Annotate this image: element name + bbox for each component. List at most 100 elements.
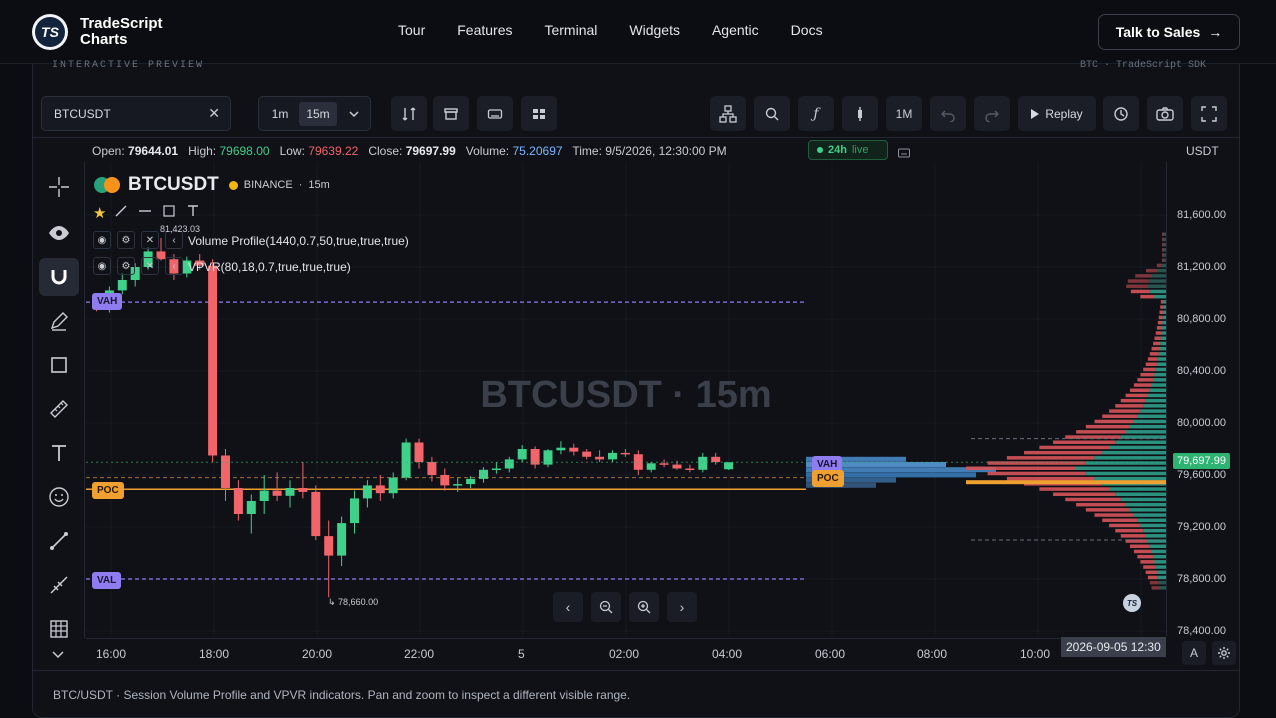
eye-small-icon[interactable]: ◉ bbox=[93, 257, 111, 275]
search-icon[interactable] bbox=[754, 96, 790, 131]
keyboard-small-icon[interactable] bbox=[898, 145, 910, 163]
candle-body bbox=[672, 464, 682, 469]
trendline-icon[interactable] bbox=[39, 522, 79, 560]
candle-body bbox=[350, 498, 359, 524]
range-1m-button[interactable]: 1M bbox=[886, 96, 922, 131]
close-icon[interactable]: ✕ bbox=[141, 231, 159, 249]
star-icon[interactable]: ★ bbox=[93, 204, 106, 222]
indicator-volume-profile[interactable]: Volume Profile(1440,0.7,50,true,true,tru… bbox=[188, 234, 409, 248]
chevron-down-icon[interactable] bbox=[343, 102, 365, 126]
live-badge[interactable]: 24h live bbox=[808, 140, 888, 160]
timeframe-15m[interactable]: 15m bbox=[299, 102, 337, 126]
talk-to-sales-button[interactable]: Talk to Sales → bbox=[1098, 14, 1240, 50]
price-axis[interactable]: 81,600.00 81,200.00 80,800.00 80,400.00 … bbox=[1166, 162, 1238, 637]
magnet-icon[interactable] bbox=[39, 258, 79, 296]
nav-link-tour[interactable]: Tour bbox=[398, 22, 425, 38]
volume-value: 75.20697 bbox=[512, 144, 563, 158]
gear-icon[interactable]: ⚙ bbox=[117, 257, 135, 275]
brand-name[interactable]: TradeScript Charts bbox=[80, 16, 163, 48]
vpvr-buy-bar bbox=[1109, 487, 1166, 491]
drawing-quick-bar: ★ bbox=[93, 204, 202, 222]
box-tool-icon[interactable] bbox=[160, 204, 178, 222]
close-icon[interactable]: ✕ bbox=[141, 257, 159, 275]
replay-button[interactable]: Replay bbox=[1018, 96, 1096, 131]
eye-icon[interactable] bbox=[39, 214, 79, 252]
clock-icon[interactable] bbox=[1103, 96, 1139, 131]
ruler-icon[interactable] bbox=[39, 390, 79, 428]
candle-icon[interactable] bbox=[842, 96, 878, 131]
timeframe-1m[interactable]: 1m bbox=[265, 102, 295, 126]
live-dot-icon bbox=[817, 147, 823, 153]
nav-link-features[interactable]: Features bbox=[457, 22, 512, 38]
candle-body bbox=[324, 536, 334, 556]
scroll-right-button[interactable]: › bbox=[667, 592, 697, 622]
time-tick: 16:00 bbox=[96, 647, 127, 661]
gear-icon[interactable]: ⚙ bbox=[117, 231, 135, 249]
vpvr-sell-bar bbox=[1039, 445, 1110, 450]
vpvr-buy-bar bbox=[1140, 523, 1166, 528]
high-value: 79698.00 bbox=[219, 144, 270, 158]
vpvr-buy-bar bbox=[1129, 424, 1166, 429]
vpvr-sell-bar bbox=[1151, 346, 1160, 351]
price-tick: 80,400.00 bbox=[1177, 365, 1226, 377]
candle-body bbox=[414, 442, 424, 462]
archive-icon[interactable] bbox=[433, 96, 469, 131]
symbol-search-input[interactable]: BTCUSDT ✕ bbox=[41, 96, 231, 131]
text-tool-icon[interactable] bbox=[39, 434, 79, 472]
vpvr-sell-bar bbox=[1140, 294, 1155, 299]
zoom-out-button[interactable] bbox=[591, 592, 621, 622]
chevron-down-icon[interactable] bbox=[52, 646, 64, 664]
nav-link-agentic[interactable]: Agentic bbox=[712, 22, 759, 38]
vpvr-sell-bar bbox=[1120, 398, 1146, 403]
fullscreen-icon[interactable] bbox=[1191, 96, 1227, 131]
scroll-left-button[interactable]: ‹ bbox=[553, 592, 583, 622]
vpvr-buy-bar bbox=[1151, 383, 1166, 387]
hierarchy-icon[interactable] bbox=[710, 96, 746, 131]
symbol-value: BTCUSDT bbox=[54, 107, 111, 121]
keyboard-icon[interactable] bbox=[477, 96, 513, 131]
indicator-vpvr[interactable]: VPVR(80,18,0.7,true,true,true) bbox=[188, 260, 351, 274]
vpvr-buy-bar bbox=[1143, 528, 1166, 533]
vpvr-buy-bar bbox=[1158, 352, 1166, 356]
candle-body bbox=[698, 456, 708, 470]
chart-pane[interactable]: BTCUSDT · 15m BTCUSDT BINANCE · 15m ★ ◉ … bbox=[86, 162, 1166, 636]
candle-body bbox=[504, 459, 514, 469]
function-icon[interactable]: ƒ bbox=[798, 96, 834, 131]
candle-body bbox=[221, 455, 230, 488]
text-small-icon[interactable] bbox=[184, 204, 202, 222]
redo-icon[interactable] bbox=[974, 96, 1010, 131]
vpvr-buy-bar bbox=[1157, 357, 1166, 361]
vpvr-buy-bar bbox=[1157, 575, 1166, 580]
undo-icon[interactable] bbox=[930, 96, 966, 131]
nav-link-widgets[interactable]: Widgets bbox=[629, 22, 680, 38]
compare-icon[interactable] bbox=[391, 96, 427, 131]
grid-icon[interactable] bbox=[39, 610, 79, 648]
brand-logo[interactable]: TS bbox=[32, 14, 68, 50]
vpvr-buy-bar bbox=[1133, 513, 1166, 517]
eye-small-icon[interactable]: ◉ bbox=[93, 231, 111, 249]
emoji-icon[interactable] bbox=[39, 478, 79, 516]
pencil-icon[interactable] bbox=[39, 302, 79, 340]
candle-body bbox=[362, 485, 372, 499]
clear-icon[interactable]: ✕ bbox=[208, 105, 220, 122]
ohlc-legend: Open: 79644.01 High: 79698.00 Low: 79639… bbox=[92, 144, 727, 158]
measure-icon[interactable] bbox=[39, 566, 79, 604]
candle-body bbox=[556, 447, 566, 451]
nav-link-terminal[interactable]: Terminal bbox=[544, 22, 597, 38]
settings-gear-icon[interactable] bbox=[1212, 641, 1236, 665]
rectangle-icon[interactable] bbox=[39, 346, 79, 384]
layout-grid-icon[interactable] bbox=[521, 96, 557, 131]
crosshair-icon[interactable] bbox=[39, 168, 79, 206]
camera-icon[interactable] bbox=[1147, 96, 1183, 131]
vpvr-sell-bar bbox=[1156, 263, 1162, 268]
nav-link-docs[interactable]: Docs bbox=[791, 22, 823, 38]
line-tool-icon[interactable] bbox=[112, 204, 130, 222]
zoom-in-button[interactable] bbox=[629, 592, 659, 622]
vpvr-sell-bar bbox=[1162, 242, 1165, 247]
chevron-left-icon[interactable]: ‹ bbox=[165, 257, 183, 275]
footer-caption: BTC/USDT · Session Volume Profile and VP… bbox=[33, 670, 1239, 716]
auto-scale-button[interactable]: A bbox=[1182, 641, 1206, 665]
hline-tool-icon[interactable] bbox=[136, 204, 154, 222]
candle-body bbox=[659, 463, 669, 465]
time-axis[interactable]: 16:00 18:00 20:00 22:00 5 02:00 04:00 06… bbox=[86, 637, 1166, 668]
